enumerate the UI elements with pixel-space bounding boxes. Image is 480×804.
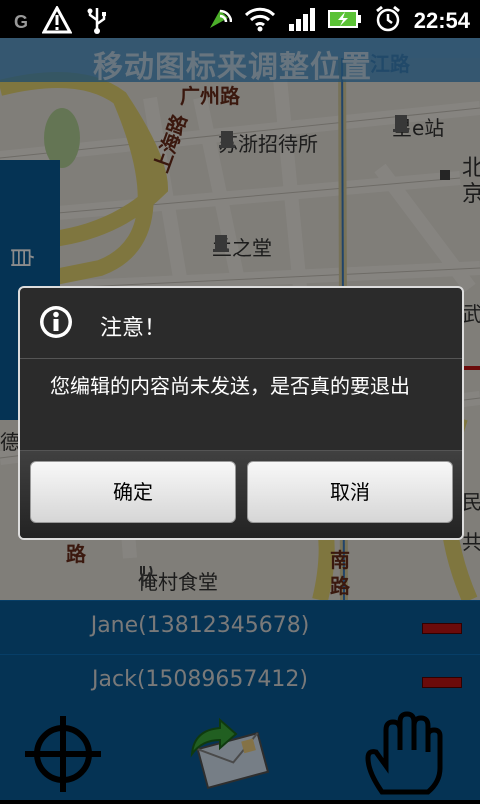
alarm-icon (374, 5, 402, 37)
dialog-header: 注意！ (20, 288, 462, 359)
cancel-button[interactable]: 取消 (247, 461, 453, 523)
alert-dialog: 注意！ 您编辑的内容尚未发送，是否真的要退出 确定 取消 (18, 286, 464, 540)
clock: 22:54 (413, 8, 470, 33)
dialog-message: 您编辑的内容尚未发送，是否真的要退出 (50, 374, 410, 398)
info-icon (38, 304, 74, 340)
usb-icon (86, 6, 108, 38)
battery-charging-icon (327, 8, 362, 34)
sync-icon (206, 6, 232, 36)
wifi-icon (244, 6, 276, 36)
carrier-indicator: G (14, 11, 29, 32)
signal-icon (288, 6, 316, 36)
dialog-button-bar: 确定 取消 (20, 450, 462, 538)
warning-icon (41, 4, 73, 38)
status-bar: G 22:54 (0, 0, 480, 38)
confirm-button[interactable]: 确定 (30, 461, 236, 523)
dialog-title: 注意！ (100, 316, 167, 341)
